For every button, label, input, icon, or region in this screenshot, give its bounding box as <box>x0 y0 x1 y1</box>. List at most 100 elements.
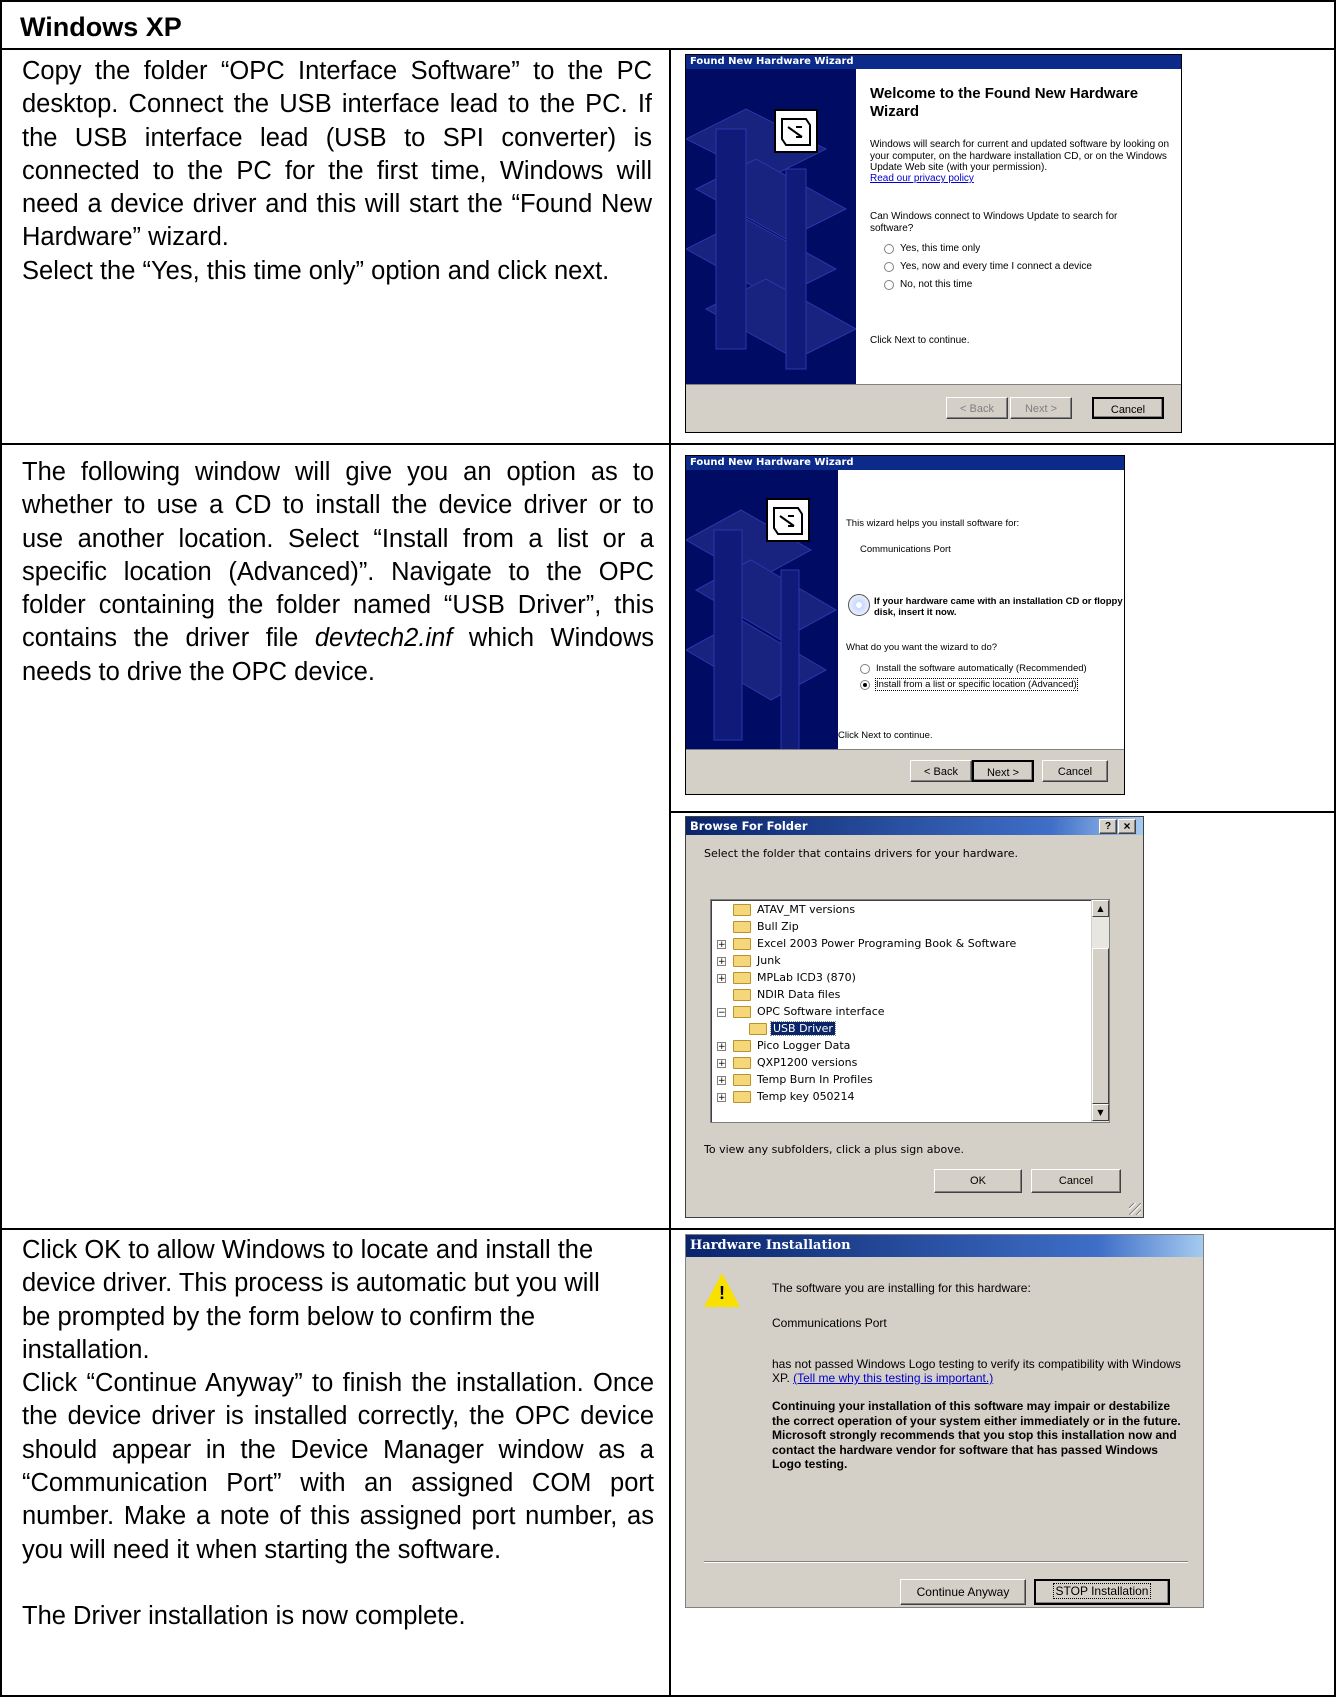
option-label[interactable]: No, not this time <box>900 279 972 290</box>
option-label[interactable]: Yes, this time only <box>900 243 980 254</box>
tree-item[interactable]: NDIR Data files <box>733 987 840 1003</box>
tree-item[interactable]: ATAV_MT versions <box>733 902 855 918</box>
tree-scrollbar[interactable]: ▲ ▼ <box>1091 900 1109 1122</box>
table-border-left <box>0 0 2 1697</box>
option-label[interactable]: Install from a list or specific location… <box>875 678 1078 691</box>
row2-text: The following window will give you an op… <box>22 456 654 689</box>
expand-icon[interactable]: + <box>717 1059 726 1069</box>
wizard-content: This wizard helps you install software f… <box>838 470 1124 752</box>
tree-item[interactable]: Temp key 050214 <box>733 1089 855 1105</box>
next-button[interactable]: Next > <box>1010 397 1072 419</box>
option-label[interactable]: Yes, now and every time I connect a devi… <box>900 261 1092 272</box>
folder-open-icon <box>749 1023 767 1035</box>
tree-item[interactable]: Junk <box>733 953 781 969</box>
back-button[interactable]: < Back <box>946 397 1008 419</box>
scroll-down-button[interactable]: ▼ <box>1092 1104 1109 1121</box>
wizard-content: Welcome to the Found New Hardware Wizard… <box>856 69 1181 385</box>
device-name: Communications Port <box>860 544 951 555</box>
hwinstall-line1: The software you are installing for this… <box>772 1281 1031 1295</box>
next-button[interactable]: Next > <box>972 760 1034 782</box>
hardware-icon <box>766 498 810 542</box>
cancel-button[interactable]: Cancel <box>1042 760 1108 782</box>
expand-icon[interactable]: + <box>717 940 726 950</box>
cancel-button[interactable]: Cancel <box>1031 1169 1121 1193</box>
tree-item[interactable]: Pico Logger Data <box>733 1038 850 1054</box>
install-from-list-radio[interactable] <box>860 680 870 690</box>
expand-icon[interactable]: + <box>717 1093 726 1103</box>
ok-button[interactable]: OK <box>934 1169 1022 1193</box>
wizard-intro: This wizard helps you install software f… <box>846 518 1020 529</box>
wizard-banner-graphic <box>686 108 856 370</box>
tree-item[interactable]: MPLab ICD3 (870) <box>733 970 856 986</box>
wizard-question: What do you want the wizard to do? <box>846 642 998 653</box>
wizard-banner-graphic <box>686 509 838 751</box>
row1-paragraph-2: Select the “Yes, this time only” option … <box>22 256 610 285</box>
found-new-hardware-wizard-2: Found New Hardware Wizard This wizard he… <box>685 455 1125 795</box>
hardware-icon <box>774 109 818 153</box>
hwinstall-device: Communications Port <box>772 1316 887 1330</box>
row1-text: Copy the folder “OPC Interface Software”… <box>22 55 652 288</box>
scroll-up-button[interactable]: ▲ <box>1092 900 1109 917</box>
wizard-titlebar: Found New Hardware Wizard <box>686 55 1181 69</box>
tree-item[interactable]: Bull Zip <box>733 919 799 935</box>
collapse-icon[interactable]: − <box>717 1008 726 1018</box>
hwinstall-titlebar: Hardware Installation <box>686 1235 1203 1257</box>
folder-tree[interactable]: ▲ ▼ ATAV_MT versions Bull Zip + Excel 20… <box>710 899 1110 1123</box>
help-button[interactable]: ? <box>1099 819 1117 834</box>
continue-hint: Click Next to continue. <box>870 335 970 346</box>
tree-item[interactable]: OPC Software interface <box>733 1004 885 1020</box>
expand-icon[interactable]: + <box>717 1042 726 1052</box>
row-divider <box>0 48 1336 50</box>
close-button[interactable]: × <box>1118 819 1136 834</box>
wizard-footer: < Back Next > Cancel <box>686 749 1124 794</box>
option-no-radio[interactable] <box>884 280 894 290</box>
cd-icon <box>848 594 870 616</box>
cd-note: If your hardware came with an installati… <box>874 596 1123 618</box>
folder-icon <box>733 972 751 984</box>
hwinstall-line2: has not passed Windows Logo testing to v… <box>772 1357 1181 1385</box>
expand-icon[interactable]: + <box>717 974 726 984</box>
driver-filename: devtech2.inf <box>314 624 453 653</box>
resize-grip-icon[interactable] <box>1129 1203 1141 1215</box>
expand-icon[interactable]: + <box>717 957 726 967</box>
row1-paragraph: Copy the folder “OPC Interface Software”… <box>22 57 652 252</box>
tree-item[interactable]: QXP1200 versions <box>733 1055 857 1071</box>
stop-installation-button[interactable]: STOP Installation <box>1034 1579 1170 1605</box>
cancel-button[interactable]: Cancel <box>1092 397 1164 419</box>
stop-installation-label: STOP Installation <box>1052 1583 1152 1599</box>
option-yes-every-time-radio[interactable] <box>884 262 894 272</box>
row3-text: Click OK to allow Windows to locate and … <box>22 1234 654 1633</box>
tree-item[interactable]: Excel 2003 Power Programing Book & Softw… <box>733 936 1016 952</box>
continue-hint: Click Next to continue. <box>838 730 933 741</box>
option-yes-this-time-radio[interactable] <box>884 244 894 254</box>
privacy-policy-link[interactable]: Read our privacy policy <box>870 173 974 184</box>
tree-item-selected[interactable]: USB Driver <box>749 1021 836 1037</box>
row3-paragraph-a: Click OK to allow Windows to locate and … <box>22 1236 600 1364</box>
hwinstall-title: Hardware Installation <box>690 1238 851 1253</box>
hardware-installation-dialog: Hardware Installation ! The software you… <box>685 1234 1204 1608</box>
wizard-titlebar: Found New Hardware Wizard <box>686 456 1124 470</box>
section-title: Windows XP <box>20 12 182 42</box>
wizard-banner <box>686 470 838 752</box>
browse-hint: To view any subfolders, click a plus sig… <box>704 1143 964 1156</box>
row3-paragraph-c: The Driver installation is now complete. <box>22 1601 466 1630</box>
browse-titlebar: Browse For Folder <box>686 817 1143 835</box>
column-divider <box>669 48 671 1697</box>
folder-icon <box>733 955 751 967</box>
row3-paragraph-b: Click “Continue Anyway” to finish the in… <box>22 1369 654 1564</box>
folder-icon <box>733 1040 751 1052</box>
continue-anyway-button[interactable]: Continue Anyway <box>900 1579 1026 1605</box>
scroll-thumb[interactable] <box>1092 948 1109 1104</box>
browse-prompt: Select the folder that contains drivers … <box>704 847 1019 860</box>
install-auto-radio[interactable] <box>860 664 870 674</box>
divider <box>704 1561 1188 1563</box>
folder-icon <box>733 938 751 950</box>
expand-icon[interactable]: + <box>717 1076 726 1086</box>
option-label[interactable]: Install the software automatically (Reco… <box>876 663 1087 674</box>
why-testing-link[interactable]: (Tell me why this testing is important.) <box>793 1371 993 1385</box>
browse-title: Browse For Folder <box>690 819 808 833</box>
update-question: Can Windows connect to Windows Update to… <box>870 211 1118 234</box>
tree-item[interactable]: Temp Burn In Profiles <box>733 1072 873 1088</box>
back-button[interactable]: < Back <box>910 760 972 782</box>
wizard-heading: Welcome to the Found New Hardware Wizard <box>870 85 1139 120</box>
